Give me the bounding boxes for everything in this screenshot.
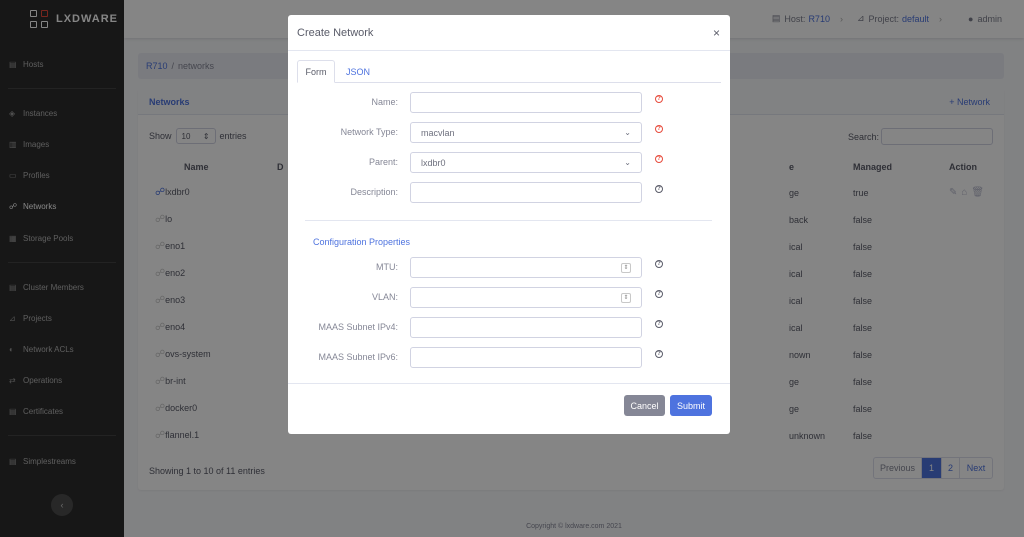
form-row-mtu: MTU: ⇕ ? [288, 257, 730, 278]
form-row-description: Description: ? [288, 182, 730, 203]
help-icon[interactable]: ? [655, 155, 663, 163]
name-input[interactable] [410, 92, 642, 113]
maas-ipv6-label: MAAS Subnet IPv6: [318, 352, 398, 362]
parent-select[interactable]: lxdbr0 ⌄ [410, 152, 642, 173]
form-row-parent: Parent: lxdbr0 ⌄ ? [288, 152, 730, 173]
help-icon[interactable]: ? [655, 290, 663, 298]
maas-ipv6-input[interactable] [410, 347, 642, 368]
network-type-label: Network Type: [340, 127, 398, 137]
help-icon[interactable]: ? [655, 125, 663, 133]
submit-button[interactable]: Submit [670, 395, 712, 416]
description-input[interactable] [410, 182, 642, 203]
tab-json[interactable]: JSON [343, 60, 373, 83]
mtu-label: MTU: [376, 262, 398, 272]
chevron-down-icon: ⌄ [624, 128, 631, 137]
network-type-select[interactable]: macvlan ⌄ [410, 122, 642, 143]
modal-header: Create Network × [288, 15, 730, 51]
maas-ipv4-label: MAAS Subnet IPv4: [318, 322, 398, 332]
description-label: Description: [350, 187, 398, 197]
stepper-icon[interactable]: ⇕ [621, 292, 631, 303]
modal-tabs: Form JSON [297, 60, 721, 83]
create-network-modal: Create Network × Form JSON Name: ? Netwo… [288, 15, 730, 434]
modal-title: Create Network [297, 26, 374, 39]
close-icon[interactable]: × [713, 26, 720, 40]
form-divider [305, 220, 712, 221]
help-icon[interactable]: ? [655, 185, 663, 193]
vlan-label: VLAN: [371, 292, 398, 302]
form-row-maas-ipv4: MAAS Subnet IPv4: ? [288, 317, 730, 338]
form-row-name: Name: ? [288, 92, 730, 113]
form-row-network-type: Network Type: macvlan ⌄ ? [288, 122, 730, 143]
section-title: Configuration Properties [313, 237, 411, 247]
cancel-button[interactable]: Cancel [624, 395, 665, 416]
help-icon[interactable]: ? [655, 320, 663, 328]
vlan-input[interactable]: ⇕ [410, 287, 642, 308]
form-row-vlan: VLAN: ⇕ ? [288, 287, 730, 308]
name-label: Name: [371, 97, 398, 107]
modal-footer-divider [288, 383, 730, 384]
mtu-input[interactable]: ⇕ [410, 257, 642, 278]
stepper-icon[interactable]: ⇕ [621, 262, 631, 273]
help-icon[interactable]: ? [655, 260, 663, 268]
form-row-maas-ipv6: MAAS Subnet IPv6: ? [288, 347, 730, 368]
maas-ipv4-input[interactable] [410, 317, 642, 338]
help-icon[interactable]: ? [655, 350, 663, 358]
chevron-down-icon: ⌄ [624, 158, 631, 167]
help-icon[interactable]: ? [655, 95, 663, 103]
parent-label: Parent: [368, 157, 398, 167]
tab-form[interactable]: Form [297, 60, 335, 83]
